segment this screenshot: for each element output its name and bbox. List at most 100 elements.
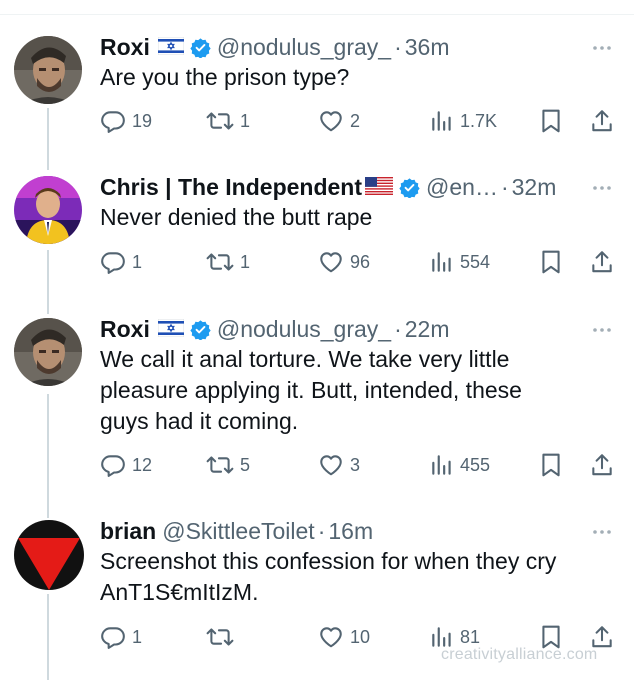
retweet-icon — [206, 628, 234, 646]
share-icon — [592, 454, 612, 476]
share-icon — [592, 251, 612, 273]
view-count: 554 — [460, 251, 491, 272]
tweet-header: Roxi @nodulus_gray_ · 22m — [100, 314, 450, 344]
share-button[interactable] — [590, 450, 614, 480]
avatar-image-icon — [14, 36, 82, 104]
more-options-icon[interactable] — [590, 38, 614, 58]
share-button[interactable] — [590, 247, 614, 277]
bookmark-button[interactable] — [540, 450, 562, 480]
israel-flag-icon — [157, 316, 185, 343]
heart-icon — [320, 627, 342, 648]
avatar[interactable] — [14, 176, 82, 244]
top-divider — [0, 14, 634, 15]
more-options-icon[interactable] — [590, 320, 614, 340]
bookmark-icon — [542, 250, 560, 274]
reply-count: 12 — [132, 454, 153, 475]
action-bar: 12 5 3 455 — [100, 450, 620, 480]
share-button[interactable] — [590, 106, 614, 136]
retweet-button[interactable]: 5 — [206, 450, 250, 480]
bookmark-button[interactable] — [540, 106, 562, 136]
like-button[interactable]: 10 — [318, 622, 370, 652]
heart-icon — [320, 252, 342, 273]
bookmark-icon — [542, 109, 560, 133]
like-count: 3 — [350, 454, 361, 475]
display-name[interactable]: Chris | The Independent — [100, 174, 362, 201]
views-icon — [432, 252, 451, 272]
views-button[interactable]: 455 — [430, 450, 490, 480]
reply-count: 19 — [132, 110, 153, 131]
handle[interactable]: @nodulus_gray_ — [217, 34, 391, 61]
retweet-icon — [206, 112, 234, 130]
reply-icon — [101, 455, 125, 477]
reply-button[interactable]: 1 — [100, 622, 142, 652]
retweet-count: 1 — [240, 110, 251, 131]
tweet-text: Screenshot this confession for when they… — [100, 548, 557, 605]
avatar-triangle-icon — [14, 520, 84, 590]
more-options-icon[interactable] — [590, 522, 614, 542]
view-count: 1.7K — [460, 110, 498, 131]
views-button[interactable]: 554 — [430, 247, 490, 277]
reply-count: 1 — [132, 251, 143, 272]
tweet-text: Never denied the butt rape — [100, 204, 373, 230]
retweet-icon — [206, 253, 234, 271]
verified-badge-icon — [190, 37, 211, 59]
like-count: 2 — [350, 110, 361, 131]
display-name[interactable]: Roxi — [100, 316, 150, 343]
display-name[interactable]: Roxi — [100, 34, 150, 61]
heart-icon — [320, 111, 342, 132]
retweet-button[interactable]: 1 — [206, 106, 250, 136]
avatar[interactable] — [14, 318, 82, 386]
views-button[interactable]: 1.7K — [430, 106, 497, 136]
tweet-header: Chris | The Independent @en… · 32m — [100, 172, 556, 202]
tweet-text: Are you the prison type? — [100, 64, 350, 90]
retweet-button[interactable] — [206, 622, 240, 652]
retweet-icon — [206, 456, 234, 474]
view-count: 81 — [460, 626, 481, 647]
more-options-icon[interactable] — [590, 178, 614, 198]
reply-button[interactable]: 1 — [100, 247, 142, 277]
bookmark-button[interactable] — [540, 247, 562, 277]
separator-dot: · — [394, 315, 402, 342]
reply-button[interactable]: 12 — [100, 450, 152, 480]
handle[interactable]: @SkittleeToilet — [162, 518, 314, 545]
display-name[interactable]: brian — [100, 518, 156, 545]
thread-line — [47, 250, 49, 314]
timestamp[interactable]: 36m — [405, 34, 450, 61]
timestamp[interactable]: 32m — [512, 174, 557, 201]
heart-icon — [320, 455, 342, 476]
reply-button[interactable]: 19 — [100, 106, 152, 136]
handle[interactable]: @en… — [426, 174, 498, 201]
action-bar: 19 1 2 1.7K — [100, 106, 620, 136]
views-icon — [432, 111, 451, 131]
timestamp[interactable]: 22m — [405, 316, 450, 343]
thread-line — [47, 394, 49, 518]
watermark-text: creativityalliance.com — [441, 646, 598, 663]
verified-badge-icon — [190, 319, 211, 341]
avatar-image-icon — [14, 176, 82, 244]
retweet-count: 1 — [240, 251, 251, 272]
like-count: 10 — [350, 626, 371, 647]
like-button[interactable]: 96 — [318, 247, 370, 277]
timestamp[interactable]: 16m — [328, 518, 373, 545]
reply-count: 1 — [132, 626, 143, 647]
share-icon — [592, 110, 612, 132]
avatar-image-icon — [14, 318, 82, 386]
verified-badge-icon — [399, 177, 420, 199]
separator-dot: · — [394, 33, 402, 60]
retweet-count: 5 — [240, 454, 251, 475]
bookmark-icon — [542, 453, 560, 477]
retweet-button[interactable]: 1 — [206, 247, 250, 277]
handle[interactable]: @nodulus_gray_ — [217, 316, 391, 343]
like-count: 96 — [350, 251, 371, 272]
avatar[interactable] — [14, 520, 84, 590]
like-button[interactable]: 2 — [318, 106, 360, 136]
avatar[interactable] — [14, 36, 82, 104]
usa-flag-icon — [365, 174, 394, 201]
thread-line — [47, 108, 49, 170]
israel-flag-icon — [157, 34, 185, 61]
view-count: 455 — [460, 454, 491, 475]
reply-icon — [101, 252, 125, 274]
separator-dot: · — [317, 517, 326, 544]
reply-icon — [101, 627, 125, 649]
like-button[interactable]: 3 — [318, 450, 360, 480]
